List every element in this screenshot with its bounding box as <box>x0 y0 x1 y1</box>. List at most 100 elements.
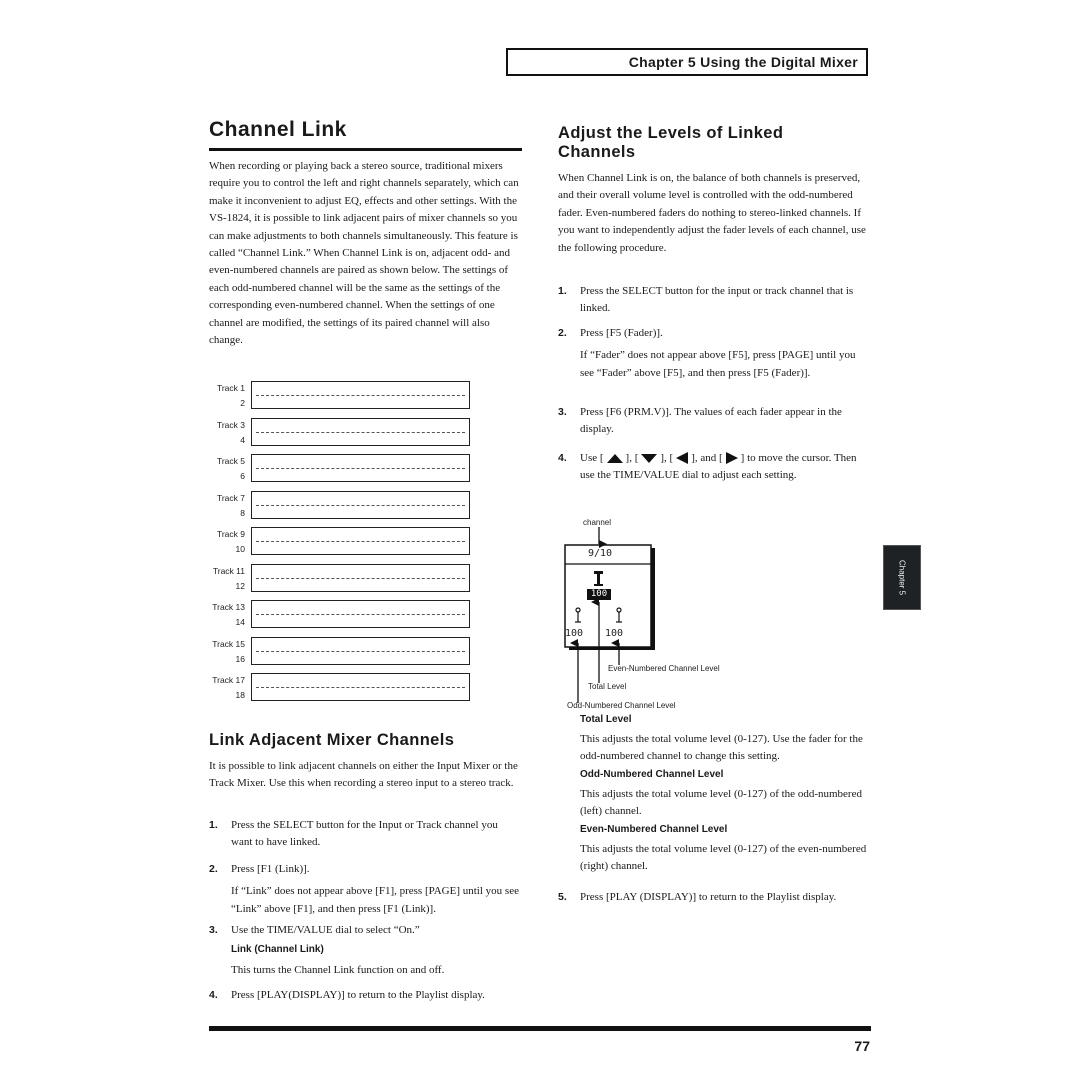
link-step-1: 1. Press the SELECT button for the Input… <box>209 817 521 852</box>
linked-track-box <box>251 417 470 446</box>
channel-link-intro: When recording or playing back a stereo … <box>209 160 519 347</box>
title-rule <box>209 148 522 151</box>
link-adjacent-intro: It is possible to link adjacent channels… <box>209 760 518 790</box>
track-pair-row: Track 17 18 <box>209 672 473 709</box>
step-number: 4. <box>558 452 567 464</box>
link-step-2: 2. Press [F1 (Link)]. If “Link” does not… <box>209 861 521 918</box>
link-step-4: 4. Press [PLAY(DISPLAY)] to return to th… <box>209 987 521 1004</box>
track-divider-dashed <box>256 541 465 542</box>
step-text: Press [F5 (Fader)]. <box>580 327 663 339</box>
track-even-label: 4 <box>240 434 245 445</box>
chapter-side-tab-label: Chapter 5 <box>897 559 907 596</box>
track-even-label: 8 <box>240 507 245 518</box>
step-text-part: Use [ <box>580 452 604 464</box>
odd-level-label: Odd-Numbered Channel Level <box>567 701 676 710</box>
track-odd-label: Track 1 <box>216 383 245 393</box>
total-value: 100 <box>590 589 608 599</box>
left-arrow-icon <box>676 452 689 465</box>
track-odd-label: Track 13 <box>212 602 245 612</box>
linked-track-box <box>251 600 470 628</box>
step-number: 4. <box>209 989 218 1001</box>
term-description: This adjusts the total volume level (0-1… <box>580 842 867 873</box>
odd-value: 100 <box>565 628 584 639</box>
track-odd-label: Track 17 <box>212 675 245 685</box>
track-divider-dashed <box>256 614 465 615</box>
track-divider-dashed <box>256 431 465 433</box>
track-odd-label: Track 5 <box>216 456 245 466</box>
term-total-level: Total Level <box>580 714 632 725</box>
track-divider-dashed <box>256 504 465 506</box>
track-even-label: 6 <box>240 471 245 481</box>
step-text-part: ], and [ <box>691 452 723 464</box>
page-number: 77 <box>854 1038 870 1054</box>
term-odd-level: Odd-Numbered Channel Level <box>580 768 724 780</box>
track-divider-dashed <box>256 577 465 579</box>
track-odd-label: Track 11 <box>212 565 245 576</box>
track-divider-dashed <box>256 687 465 688</box>
even-value: 100 <box>605 628 624 639</box>
step-text: Press the SELECT button for the Input or… <box>231 819 498 849</box>
step-text: Use the TIME/VALUE dial to select “On.” <box>231 924 420 936</box>
track-divider-dashed <box>256 468 465 469</box>
step-text-part: ], [ <box>660 452 674 464</box>
step-note: If “Fader” does not appear above [F5], p… <box>580 349 856 379</box>
level-terms: Total Level This adjusts the total volum… <box>558 713 876 877</box>
step-text: Use [], [], [], and [] to move the curso… <box>580 450 870 485</box>
heading-adjust-levels: Adjust the Levels of Linked Channels <box>558 124 784 161</box>
chapter-side-tab: Chapter 5 <box>883 545 921 610</box>
step-number: 2. <box>558 327 567 339</box>
term-even-level: Even-Numbered Channel Level <box>580 823 728 835</box>
channel-value: 9/10 <box>587 548 613 559</box>
track-odd-label: Track 3 <box>216 419 245 430</box>
footer-rule <box>209 1026 871 1031</box>
linked-track-box <box>251 454 470 482</box>
step-number: 1. <box>209 819 218 831</box>
track-odd-label: Track 9 <box>216 529 245 539</box>
linked-track-box <box>251 490 470 519</box>
adjust-step-3: 3. Press [F6 (PRM.V)]. The values of eac… <box>558 404 870 439</box>
term-description: This adjusts the total volume level (0-1… <box>580 733 863 763</box>
track-pair-row: Track 3 4 <box>209 417 473 454</box>
step-text: Press [PLAY (DISPLAY)] to return to the … <box>580 891 837 903</box>
track-even-label: 14 <box>235 617 245 627</box>
track-even-label: 18 <box>235 690 245 700</box>
step-text: Press [F6 (PRM.V)]. The values of each f… <box>580 406 842 436</box>
track-odd-label: Track 7 <box>216 492 245 503</box>
total-level-label: Total Level <box>588 682 627 691</box>
track-odd-label: Track 15 <box>212 638 245 649</box>
right-arrow-icon <box>725 452 738 465</box>
linked-track-box <box>251 673 470 701</box>
step-number: 5. <box>558 891 567 903</box>
adjust-step-5: 5. Press [PLAY (DISPLAY)] to return to t… <box>558 889 876 906</box>
step-text-part: ], [ <box>625 452 639 464</box>
track-pair-row: Track 1 2 <box>209 380 473 417</box>
down-arrow-icon <box>641 453 658 463</box>
step-text: Press the SELECT button for the input or… <box>580 285 854 315</box>
step-number: 1. <box>558 285 567 297</box>
step-note: If “Link” does not appear above [F1], pr… <box>231 885 519 915</box>
adjust-step-2: 2. Press [F5 (Fader)]. If “Fader” does n… <box>558 325 870 382</box>
up-arrow-icon <box>606 453 623 463</box>
track-divider-dashed <box>256 650 465 652</box>
track-pair-row: Track 15 16 <box>209 636 473 673</box>
term-link-channel-link: Link (Channel Link) <box>231 944 324 956</box>
step-text: Press [PLAY(DISPLAY)] to return to the P… <box>231 989 485 1001</box>
track-pair-row: Track 5 6 <box>209 453 473 490</box>
step-number: 3. <box>209 924 218 936</box>
track-pairs-diagram: Track 1 2 Track 3 4 Track 5 6 Track 7 8 Track 9 1… <box>209 380 473 709</box>
term-description: This turns the Channel Link function on … <box>231 963 445 976</box>
even-level-label: Even-Numbered Channel Level <box>608 664 720 673</box>
adjust-step-1: 1. Press the SELECT button for the input… <box>558 283 870 318</box>
adjust-levels-intro: When Channel Link is on, the balance of … <box>558 172 866 254</box>
track-pair-row: Track 11 12 <box>209 563 473 600</box>
track-even-label: 2 <box>240 398 245 408</box>
chapter-header: Chapter 5 Using the Digital Mixer <box>506 48 868 76</box>
link-step-3: 3. Use the TIME/VALUE dial to select “On… <box>209 922 521 979</box>
chapter-title: Chapter 5 Using the Digital Mixer <box>628 54 858 70</box>
track-pair-row: Track 9 10 <box>209 526 473 563</box>
track-divider-dashed <box>256 395 465 396</box>
heading-link-adjacent: Link Adjacent Mixer Channels <box>209 731 455 749</box>
term-description: This adjusts the total volume level (0-1… <box>580 787 862 818</box>
track-pair-row: Track 7 8 <box>209 490 473 527</box>
track-pair-row: Track 13 14 <box>209 599 473 636</box>
